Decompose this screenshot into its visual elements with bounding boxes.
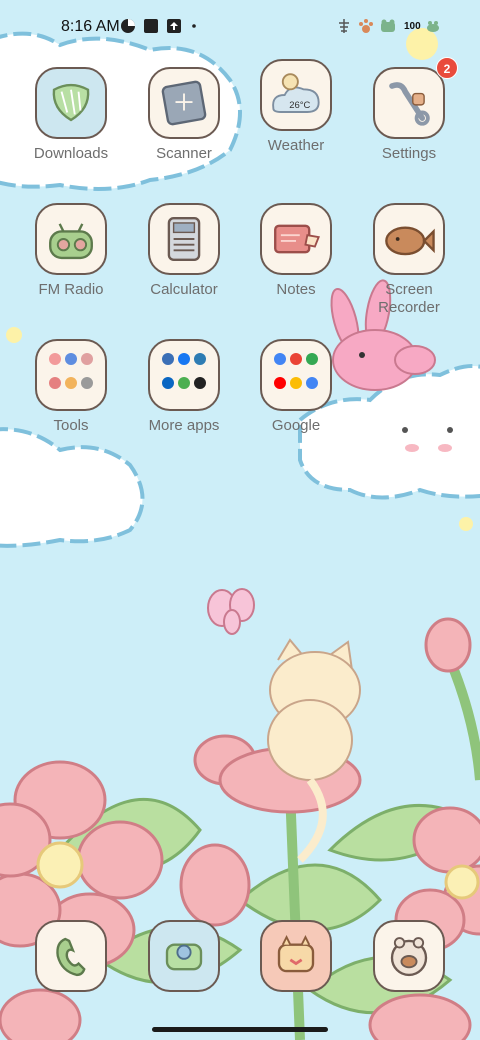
messages-icon: [148, 920, 220, 992]
app-screen-recorder[interactable]: Screen Recorder: [354, 203, 464, 317]
app-mini-icon: [274, 377, 286, 389]
app-notes[interactable]: Notes: [241, 203, 351, 299]
app-mini-icon: [162, 353, 174, 365]
stem: [285, 789, 305, 1040]
dock-camera[interactable]: [241, 920, 351, 992]
scanner-icon: [148, 67, 220, 139]
upload-icon: [166, 18, 182, 34]
paw-icon: [358, 18, 374, 34]
dock-phone[interactable]: [16, 920, 126, 992]
app-mini-icon: [290, 377, 302, 389]
notification-badge: 2: [436, 57, 458, 79]
app-mini-icon: [65, 377, 77, 389]
app-label: Scanner: [156, 145, 212, 162]
screen-recorder-icon: [373, 203, 445, 275]
app-mini-icon: [274, 353, 286, 365]
app-mini-icon: [162, 377, 174, 389]
folder-more-apps[interactable]: More apps: [129, 339, 239, 435]
dot-icon: [190, 18, 206, 34]
app-mini-icon: [81, 377, 93, 389]
battery-icon: [425, 18, 441, 34]
downloads-icon: [35, 67, 107, 139]
cat: [267, 638, 361, 863]
battery-level: 100: [404, 21, 421, 32]
cloud-mid-left: [0, 427, 145, 548]
folder-tools[interactable]: Tools: [16, 339, 126, 435]
app-mini-icon: [290, 353, 302, 365]
folder-google[interactable]: Google: [241, 339, 351, 435]
weather-temp: 26°C: [289, 100, 310, 111]
app-fm-radio[interactable]: FM Radio: [16, 203, 126, 299]
app-downloads[interactable]: Downloads: [16, 67, 126, 163]
app-label: Settings: [381, 145, 437, 162]
gesture-nav-bar[interactable]: [152, 1027, 328, 1032]
more-apps-folder-icon: [148, 339, 220, 411]
weather-icon: 26°C: [260, 59, 332, 131]
app-label: Screen Recorder: [378, 281, 440, 316]
app-label: Downloads: [33, 145, 109, 162]
app-mini-icon: [306, 377, 318, 389]
tools-folder-icon: [35, 339, 107, 411]
settings-icon: [373, 67, 445, 139]
camera-icon: [260, 920, 332, 992]
app-weather[interactable]: 26°C Weather: [241, 59, 351, 155]
notes-icon: [260, 203, 332, 275]
app-label: Tools: [53, 417, 89, 434]
app-mini-icon: [194, 377, 206, 389]
app-calculator[interactable]: Calculator: [129, 203, 239, 299]
stem: [445, 658, 480, 781]
app-mini-icon: [306, 353, 318, 365]
app-mini-icon: [178, 353, 190, 365]
fm-radio-icon: [35, 203, 107, 275]
google-folder-icon: [260, 339, 332, 411]
app-mini-icon: [178, 377, 190, 389]
app-mini-icon: [194, 353, 206, 365]
app-mini-icon: [49, 377, 61, 389]
dock-messages[interactable]: [129, 920, 239, 992]
app-label: FM Radio: [38, 281, 104, 298]
app-label: Notes: [276, 281, 316, 298]
clock: 8:16 AM: [61, 18, 120, 35]
app-mini-icon: [65, 353, 77, 365]
chrome-icon: [373, 920, 445, 992]
dock-chrome[interactable]: [354, 920, 464, 992]
app-mini-icon: [81, 353, 93, 365]
status-bar: 8:16 AM 100: [0, 0, 480, 56]
app-label: Calculator: [150, 281, 218, 298]
app-label: Google: [271, 417, 321, 434]
fish-bone-icon: [336, 18, 352, 34]
app-settings[interactable]: 2 Settings: [354, 57, 464, 163]
calculator-icon: [148, 203, 220, 275]
signal-app-icon: [120, 18, 136, 34]
app-mini-icon: [49, 353, 61, 365]
butterfly: [207, 588, 255, 635]
app-label: More apps: [148, 417, 220, 434]
sparkle: [459, 517, 473, 531]
phone-icon: [35, 920, 107, 992]
frog-icon: [380, 18, 396, 34]
stop-square-icon: [143, 18, 159, 34]
app-label: Weather: [267, 137, 325, 154]
app-scanner[interactable]: Scanner: [129, 67, 239, 163]
